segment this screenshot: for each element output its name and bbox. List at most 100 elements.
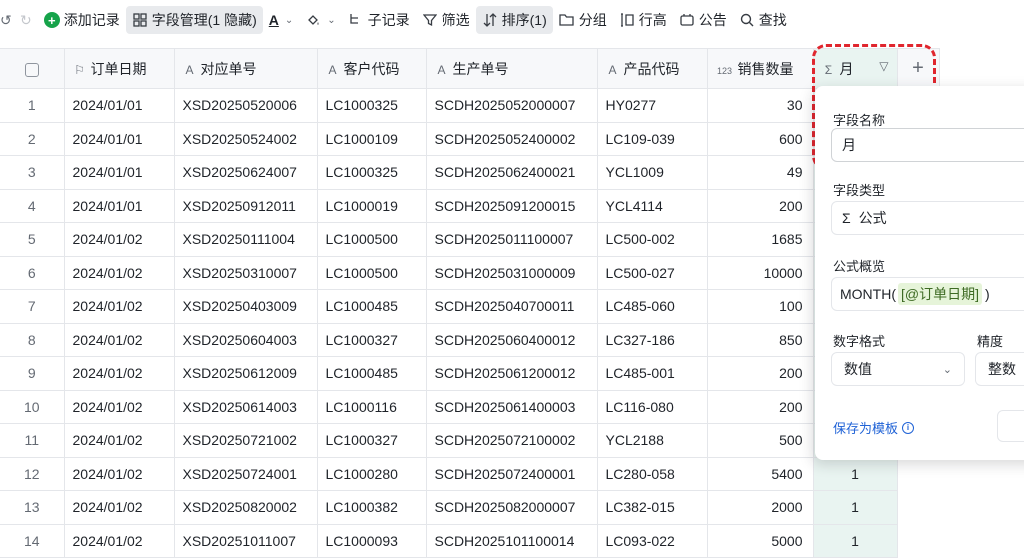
cell-sales-qty[interactable]: 200	[707, 356, 814, 391]
cell-product-code[interactable]: YCL2188	[597, 423, 708, 458]
field-name-input[interactable]: 月	[831, 128, 1024, 162]
cell-production-no[interactable]: SCDH2025072400001	[426, 457, 598, 491]
row-number[interactable]: 11	[0, 423, 65, 458]
cell-production-no[interactable]: SCDH2025031000009	[426, 256, 598, 290]
cell-sales-qty[interactable]: 200	[707, 189, 814, 223]
table-row[interactable]: 4 2024/01/01 XSD20250912011 LC1000019 SCDH20…	[0, 189, 939, 223]
cell-order-date[interactable]: 2024/01/01	[64, 155, 175, 190]
table-row[interactable]: 6 2024/01/02 XSD20250310007 LC1000500 SCDH20…	[0, 256, 939, 290]
column-header-order-date[interactable]: ⚐ 订单日期	[64, 48, 175, 89]
cell-order-date[interactable]: 2024/01/02	[64, 457, 175, 491]
cell-product-code[interactable]: HY0277	[597, 88, 708, 123]
cell-sales-qty[interactable]: 100	[707, 289, 814, 324]
sort-button[interactable]: 排序(1)	[475, 6, 553, 34]
cell-order-date[interactable]: 2024/01/02	[64, 524, 175, 558]
cell-sales-qty[interactable]: 30	[707, 88, 814, 123]
cell-order-date[interactable]: 2024/01/02	[64, 256, 175, 290]
cell-customer-code[interactable]: LC1000500	[317, 256, 427, 290]
cell-order-date[interactable]: 2024/01/02	[64, 289, 175, 324]
cell-order-date[interactable]: 2024/01/01	[64, 88, 175, 123]
field-manage-button[interactable]: 字段管理(1 隐藏)	[125, 6, 263, 34]
select-all-header[interactable]	[0, 48, 65, 89]
row-number[interactable]: 4	[0, 189, 65, 223]
row-number[interactable]: 10	[0, 390, 65, 424]
cell-order-no[interactable]: XSD20250403009	[174, 289, 318, 324]
add-column-button[interactable]: +	[897, 48, 940, 89]
number-format-select[interactable]: 数值 ⌄	[831, 352, 965, 386]
add-record-button[interactable]: + 添加记录	[38, 6, 126, 34]
cell-production-no[interactable]: SCDH2025101100014	[426, 524, 598, 558]
cell-order-date[interactable]: 2024/01/02	[64, 390, 175, 424]
cell-order-date[interactable]: 2024/01/02	[64, 423, 175, 458]
cell-product-code[interactable]: LC327-186	[597, 323, 708, 357]
table-row[interactable]: 13 2024/01/02 XSD20250820002 LC1000382 SCDH2…	[0, 490, 939, 525]
column-header-sales-qty[interactable]: 123 销售数量	[707, 48, 814, 89]
cell-order-no[interactable]: XSD20251011007	[174, 524, 318, 558]
cell-sales-qty[interactable]: 600	[707, 122, 814, 156]
cell-product-code[interactable]: LC485-060	[597, 289, 708, 324]
cell-order-date[interactable]: 2024/01/02	[64, 323, 175, 357]
row-number[interactable]: 7	[0, 289, 65, 324]
filter-icon[interactable]: ▽	[879, 59, 888, 73]
cell-sales-qty[interactable]: 5400	[707, 457, 814, 491]
cell-sales-qty[interactable]: 1685	[707, 222, 814, 257]
select-all-checkbox[interactable]	[24, 62, 39, 77]
row-number[interactable]: 5	[0, 222, 65, 257]
formula-preview[interactable]: MONTH( [@订单日期] )	[831, 277, 1024, 311]
cell-sales-qty[interactable]: 49	[707, 155, 814, 190]
cell-production-no[interactable]: SCDH2025072100002	[426, 423, 598, 458]
cell-sales-qty[interactable]: 5000	[707, 524, 814, 558]
cell-sales-qty[interactable]: 2000	[707, 490, 814, 525]
cell-order-date[interactable]: 2024/01/01	[64, 189, 175, 223]
row-number[interactable]: 9	[0, 356, 65, 391]
row-height-button[interactable]: 行高	[613, 6, 673, 34]
cell-order-date[interactable]: 2024/01/02	[64, 356, 175, 391]
field-type-select[interactable]: Σ 公式	[831, 201, 1024, 235]
cell-customer-code[interactable]: LC1000327	[317, 323, 427, 357]
cell-customer-code[interactable]: LC1000500	[317, 222, 427, 257]
table-row[interactable]: 1 2024/01/01 XSD20250520006 LC1000325 SCDH20…	[0, 88, 939, 123]
cell-sales-qty[interactable]: 10000	[707, 256, 814, 290]
cell-customer-code[interactable]: LC1000093	[317, 524, 427, 558]
table-row[interactable]: 10 2024/01/02 XSD20250614003 LC1000116 SCDH2…	[0, 390, 939, 424]
cell-production-no[interactable]: SCDH2025061400003	[426, 390, 598, 424]
cell-product-code[interactable]: LC382-015	[597, 490, 708, 525]
row-number[interactable]: 12	[0, 457, 65, 491]
cell-customer-code[interactable]: LC1000325	[317, 155, 427, 190]
column-header-customer-code[interactable]: A 客户代码	[317, 48, 427, 89]
cell-production-no[interactable]: SCDH2025060400012	[426, 323, 598, 357]
row-number[interactable]: 3	[0, 155, 65, 190]
cell-production-no[interactable]: SCDH2025061200012	[426, 356, 598, 391]
row-number[interactable]: 6	[0, 256, 65, 290]
row-number[interactable]: 8	[0, 323, 65, 357]
cell-order-no[interactable]: XSD20250111004	[174, 222, 318, 257]
row-number[interactable]: 14	[0, 524, 65, 558]
table-row[interactable]: 7 2024/01/02 XSD20250403009 LC1000485 SCDH20…	[0, 289, 939, 324]
table-row[interactable]: 9 2024/01/02 XSD20250612009 LC1000485 SCDH20…	[0, 356, 939, 391]
cell-product-code[interactable]: LC116-080	[597, 390, 708, 424]
row-number[interactable]: 1	[0, 88, 65, 123]
cell-production-no[interactable]: SCDH2025011100007	[426, 222, 598, 257]
table-row[interactable]: 14 2024/01/02 XSD20251011007 LC1000093 SCDH2…	[0, 524, 939, 558]
cell-customer-code[interactable]: LC1000382	[317, 490, 427, 525]
cell-sales-qty[interactable]: 500	[707, 423, 814, 458]
cell-order-no[interactable]: XSD20250612009	[174, 356, 318, 391]
cell-order-no[interactable]: XSD20250724001	[174, 457, 318, 491]
cell-customer-code[interactable]: LC1000280	[317, 457, 427, 491]
cell-customer-code[interactable]: LC1000325	[317, 88, 427, 123]
table-row[interactable]: 3 2024/01/01 XSD20250624007 LC1000325 SCDH20…	[0, 155, 939, 190]
cell-order-no[interactable]: XSD20250912011	[174, 189, 318, 223]
cell-order-no[interactable]: XSD20250604003	[174, 323, 318, 357]
sub-record-button[interactable]: 子记录	[342, 6, 416, 34]
cell-production-no[interactable]: SCDH2025040700011	[426, 289, 598, 324]
cell-product-code[interactable]: LC093-022	[597, 524, 708, 558]
text-color-button[interactable]: A ⌄	[263, 6, 300, 34]
cell-product-code[interactable]: LC485-001	[597, 356, 708, 391]
cell-customer-code[interactable]: LC1000019	[317, 189, 427, 223]
cell-month[interactable]: 1	[813, 457, 898, 491]
undo-button[interactable]: ↺	[0, 6, 14, 34]
cell-production-no[interactable]: SCDH2025082000007	[426, 490, 598, 525]
announcement-button[interactable]: 公告	[673, 6, 733, 34]
cell-order-date[interactable]: 2024/01/02	[64, 490, 175, 525]
cell-sales-qty[interactable]: 850	[707, 323, 814, 357]
